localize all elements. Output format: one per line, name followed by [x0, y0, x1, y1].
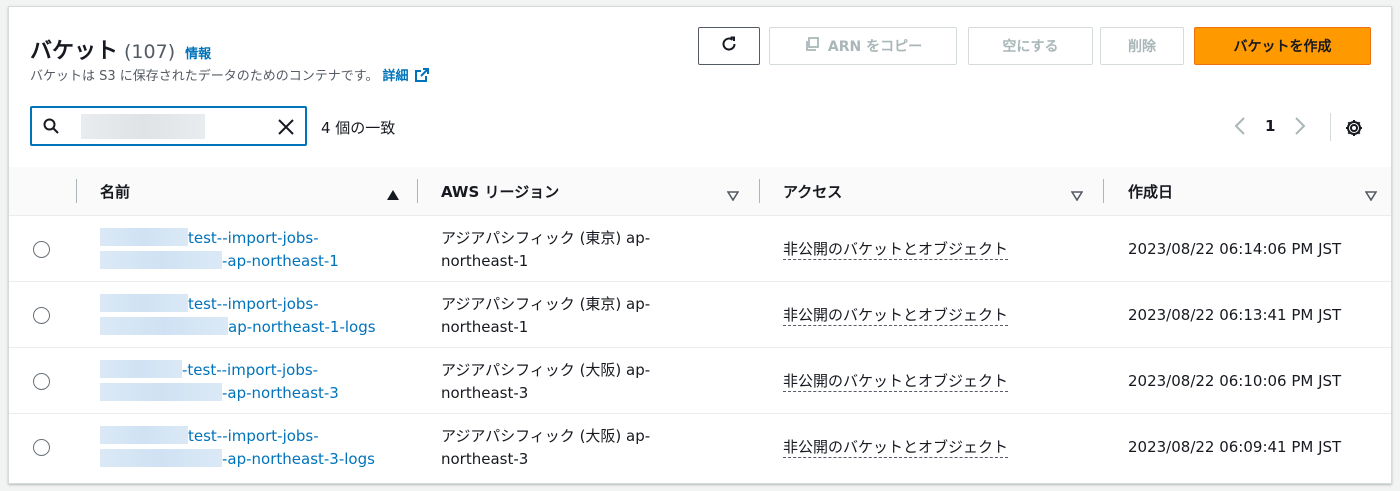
sort-ascending-icon[interactable]	[386, 186, 400, 205]
row-radio[interactable]	[33, 373, 50, 390]
access-cell[interactable]: 非公開のバケットとオブジェクト	[783, 239, 1009, 260]
created-cell: 2023/08/22 06:10:06 PM JST	[1128, 372, 1342, 390]
column-separator	[1103, 179, 1104, 203]
redacted-block	[100, 360, 182, 378]
access-cell[interactable]: 非公開のバケットとオブジェクト	[783, 437, 1009, 458]
region-line: northeast-3	[441, 450, 529, 468]
created-cell: 2023/08/22 06:13:41 PM JST	[1128, 306, 1342, 324]
row-radio[interactable]	[33, 307, 50, 324]
region-cell: アジアパシフィック (大阪) ap- northeast-3	[441, 425, 701, 471]
table-row[interactable]: test--import-jobs- ap-northeast-1-logs ア…	[9, 282, 1391, 348]
bucket-name-link[interactable]: -test--import-jobs- -ap-northeast-3	[100, 359, 339, 405]
bucket-name-part: -ap-northeast-3-logs	[222, 450, 375, 468]
row-radio[interactable]	[33, 241, 50, 258]
column-region[interactable]: AWS リージョン	[441, 181, 559, 202]
redacted-block	[100, 317, 228, 335]
buckets-table: 名前 AWS リージョン アクセス 作成日 test--import-jobs-…	[9, 167, 1391, 480]
divider	[1330, 113, 1331, 141]
page-title: バケット	[30, 39, 119, 64]
settings-icon[interactable]	[1344, 118, 1364, 142]
column-created[interactable]: 作成日	[1128, 181, 1173, 202]
page-number[interactable]: 1	[1265, 117, 1275, 135]
bucket-name-part: -ap-northeast-1	[222, 252, 339, 270]
clear-icon[interactable]	[277, 118, 295, 140]
table-header: 名前 AWS リージョン アクセス 作成日	[9, 167, 1391, 216]
buckets-panel: バケット (107) 情報 バケットは S3 に保存されたデータのためのコンテナ…	[8, 6, 1392, 484]
region-line: northeast-1	[441, 318, 529, 336]
column-separator	[76, 179, 77, 203]
table-row[interactable]: -test--import-jobs- -ap-northeast-3 アジアパ…	[9, 348, 1391, 414]
description: バケットは S3 に保存されたデータのためのコンテナです。 詳細	[30, 65, 430, 84]
sort-descending-icon[interactable]	[1364, 186, 1378, 205]
bucket-name-part: -ap-northeast-3	[222, 384, 339, 402]
column-name[interactable]: 名前	[100, 181, 130, 202]
bucket-name-link[interactable]: test--import-jobs- ap-northeast-1-logs	[100, 293, 376, 339]
table-row[interactable]: test--import-jobs- -ap-northeast-1 アジアパシ…	[9, 216, 1391, 282]
bucket-name-part: test--import-jobs-	[188, 229, 319, 247]
region-line: アジアパシフィック (大阪) ap-	[441, 361, 651, 379]
column-access[interactable]: アクセス	[783, 181, 842, 202]
bucket-name-part: ap-northeast-1-logs	[228, 318, 376, 336]
description-text: バケットは S3 に保存されたデータのためのコンテナです。	[30, 69, 379, 84]
copy-arn-button[interactable]: ARN をコピー	[769, 27, 957, 65]
chevron-left-icon[interactable]	[1229, 115, 1251, 137]
table-row[interactable]: test--import-jobs- -ap-northeast-3-logs …	[9, 414, 1391, 480]
redacted-block	[100, 426, 188, 444]
access-cell[interactable]: 非公開のバケットとオブジェクト	[783, 305, 1009, 326]
refresh-button[interactable]	[698, 27, 760, 65]
copy-arn-label: ARN をコピー	[827, 39, 923, 55]
region-line: northeast-1	[441, 252, 529, 270]
bucket-name-part: -test--import-jobs-	[182, 361, 319, 379]
created-cell: 2023/08/22 06:14:06 PM JST	[1128, 240, 1342, 258]
redacted-block	[100, 251, 222, 269]
refresh-icon	[720, 35, 738, 57]
delete-button[interactable]: 削除	[1100, 27, 1184, 65]
details-link[interactable]: 詳細	[383, 65, 409, 84]
region-cell: アジアパシフィック (東京) ap- northeast-1	[441, 293, 701, 339]
search-icon	[43, 118, 59, 138]
sort-descending-icon[interactable]	[1070, 186, 1084, 205]
search-input[interactable]	[81, 114, 205, 139]
search-box[interactable]	[30, 106, 307, 146]
bucket-count: (107)	[124, 41, 176, 63]
pagination: 1	[1229, 115, 1311, 137]
redacted-block	[100, 383, 222, 401]
bucket-name-link[interactable]: test--import-jobs- -ap-northeast-3-logs	[100, 425, 375, 471]
region-line: アジアパシフィック (東京) ap-	[441, 229, 651, 247]
redacted-block	[100, 294, 188, 312]
external-link-icon[interactable]	[414, 67, 430, 83]
sort-descending-icon[interactable]	[726, 186, 740, 205]
region-cell: アジアパシフィック (大阪) ap- northeast-3	[441, 359, 701, 405]
region-cell: アジアパシフィック (東京) ap- northeast-1	[441, 227, 701, 273]
region-line: northeast-3	[441, 384, 529, 402]
created-cell: 2023/08/22 06:09:41 PM JST	[1128, 438, 1342, 456]
chevron-right-icon[interactable]	[1289, 115, 1311, 137]
empty-button[interactable]: 空にする	[968, 27, 1093, 65]
title-row: バケット (107) 情報	[30, 33, 211, 65]
redacted-block	[100, 228, 188, 246]
column-separator	[417, 179, 418, 203]
bucket-name-link[interactable]: test--import-jobs- -ap-northeast-1	[100, 227, 339, 273]
create-bucket-button[interactable]: バケットを作成	[1194, 27, 1371, 65]
access-cell[interactable]: 非公開のバケットとオブジェクト	[783, 371, 1009, 392]
row-radio[interactable]	[33, 439, 50, 456]
region-line: アジアパシフィック (大阪) ap-	[441, 427, 651, 445]
bucket-name-part: test--import-jobs-	[188, 427, 319, 445]
column-separator	[759, 179, 760, 203]
copy-icon	[804, 36, 828, 56]
redacted-block	[100, 449, 222, 467]
bucket-name-part: test--import-jobs-	[188, 295, 319, 313]
info-link[interactable]: 情報	[185, 43, 211, 62]
match-count: 4 個の一致	[321, 119, 396, 137]
panel-header: バケット (107) 情報 バケットは S3 に保存されたデータのためのコンテナ…	[9, 7, 1391, 173]
region-line: アジアパシフィック (東京) ap-	[441, 295, 651, 313]
